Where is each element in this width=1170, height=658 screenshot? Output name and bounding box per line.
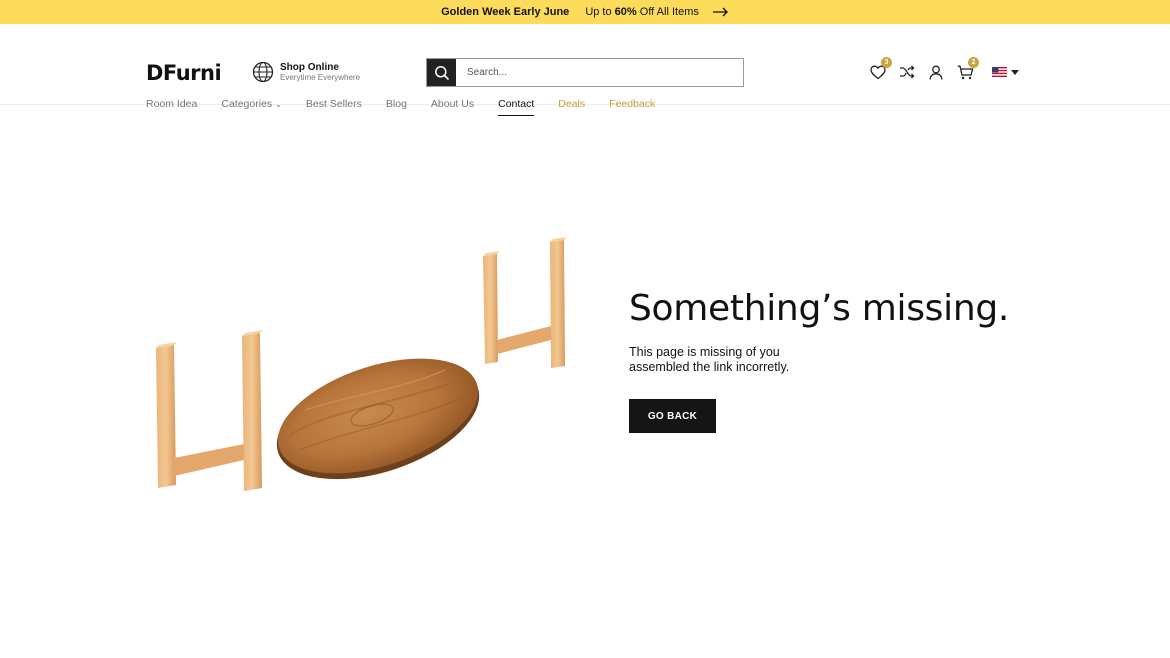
table-top (276, 358, 480, 480)
nav-item-best-sellers[interactable]: Best Sellers (306, 98, 362, 110)
error-content: Something’s missing. This page is missin… (629, 288, 1009, 433)
cart-count-badge: 2 (968, 57, 979, 68)
go-back-button[interactable]: GO BACK (629, 399, 716, 433)
promo-offer: Up to 60% Off All Items (585, 6, 699, 18)
chevron-down-icon: ⌄ (275, 100, 282, 109)
wishlist-count-badge: 3 (881, 57, 892, 68)
nav-item-feedback[interactable]: Feedback (609, 98, 655, 110)
nav-item-deals[interactable]: Deals (558, 98, 585, 110)
globe-icon (252, 61, 274, 83)
wishlist-button[interactable]: 3 (868, 57, 892, 82)
compare-button[interactable] (897, 62, 917, 82)
chevron-down-icon[interactable] (1011, 69, 1019, 75)
nav-item-contact[interactable]: Contact (498, 98, 535, 116)
us-flag-icon[interactable] (992, 67, 1007, 77)
shop-online-badge: Shop Online Everytime Everywhere (252, 61, 360, 83)
table-leg-right (483, 237, 567, 368)
main-nav: Room Idea Categories ⌄ Best Sellers Blog … (146, 98, 679, 116)
search-input[interactable] (456, 59, 743, 86)
site-header: DFurni Shop Online Everytime Everywhere … (0, 24, 1170, 116)
logo[interactable]: DFurni (146, 61, 222, 85)
user-icon (929, 65, 943, 80)
shop-subtitle: Everytime Everywhere (280, 73, 361, 83)
search-bar (426, 58, 744, 87)
shop-title: Shop Online (280, 61, 339, 73)
page-title: Something’s missing. (629, 288, 1010, 329)
nav-item-about-us[interactable]: About Us (431, 98, 474, 110)
table-leg-left (156, 330, 263, 491)
nav-item-blog[interactable]: Blog (386, 98, 407, 110)
account-button[interactable] (926, 62, 946, 82)
shuffle-icon (900, 65, 915, 79)
cart-button[interactable]: 2 (955, 57, 979, 82)
search-button[interactable] (427, 59, 456, 86)
header-actions: 3 2 (868, 57, 1019, 82)
error-message: This page is missing of you assembled th… (629, 345, 790, 374)
promo-bar: Golden Week Early June Up to 60% Off All… (0, 0, 1170, 24)
search-icon (434, 65, 449, 80)
nav-item-room-idea[interactable]: Room Idea (146, 98, 197, 110)
arrow-right-icon[interactable] (712, 7, 729, 17)
disassembled-table-illustration (156, 237, 567, 491)
promo-headline: Golden Week Early June (441, 6, 570, 18)
nav-item-categories[interactable]: Categories ⌄ (221, 98, 281, 110)
